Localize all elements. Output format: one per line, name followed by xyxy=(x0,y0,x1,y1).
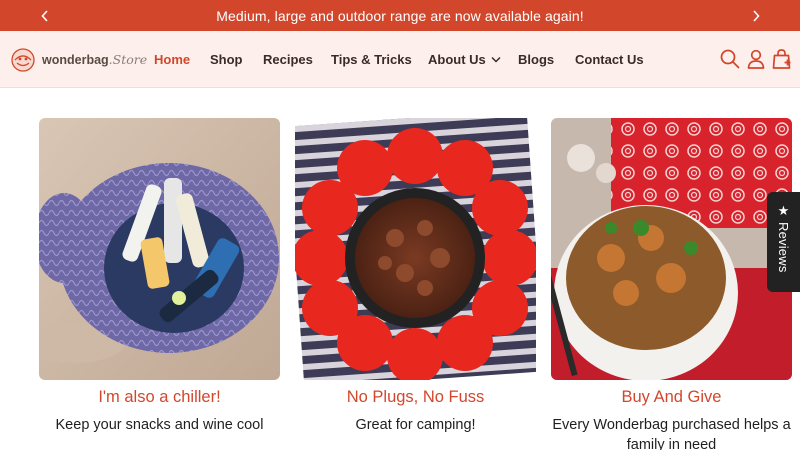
card-title: I'm also a chiller! xyxy=(98,388,221,406)
card-description: Every Wonderbag purchased helps a family… xyxy=(552,417,791,450)
nav-blogs[interactable]: Blogs xyxy=(518,31,554,87)
card-description: Great for camping! xyxy=(355,417,476,433)
logo-store: .Store xyxy=(108,51,148,67)
nav-home[interactable]: Home xyxy=(154,31,190,87)
account-icon[interactable] xyxy=(745,48,767,70)
announcement-next-button[interactable] xyxy=(740,0,771,31)
chevron-right-icon xyxy=(752,9,760,22)
reviews-label: Reviews xyxy=(776,222,791,273)
nav-tips-tricks[interactable]: Tips & Tricks xyxy=(331,31,412,87)
card-title: No Plugs, No Fuss xyxy=(346,388,485,406)
search-icon[interactable] xyxy=(719,48,741,70)
logo-text: wonderbag.Store xyxy=(42,52,147,67)
nav-shop[interactable]: Shop xyxy=(210,31,243,87)
card-image-chiller xyxy=(39,118,280,380)
logo[interactable]: wonderbag.Store xyxy=(9,45,147,73)
cart-icon[interactable] xyxy=(771,48,793,70)
reviews-tab[interactable]: ★ Reviews xyxy=(767,192,800,292)
logo-brand: wonderbag xyxy=(42,52,109,67)
chevron-left-icon xyxy=(40,9,48,22)
announcement-prev-button[interactable] xyxy=(29,0,60,31)
announcement-text: Medium, large and outdoor range are now … xyxy=(216,7,584,24)
nav-about-us[interactable]: About Us xyxy=(428,31,501,87)
card-title: Buy And Give xyxy=(621,388,722,406)
card-description: Keep your snacks and wine cool xyxy=(55,417,264,433)
chevron-down-icon xyxy=(491,56,501,63)
announcement-bar: Medium, large and outdoor range are now … xyxy=(0,0,800,31)
product-card-buy-and-give[interactable]: Buy And Give Every Wonderbag purchased h… xyxy=(551,118,800,450)
star-icon: ★ xyxy=(777,203,790,218)
nav-contact-us[interactable]: Contact Us xyxy=(575,31,644,87)
nav-recipes[interactable]: Recipes xyxy=(263,31,313,87)
nav-about-us-label: About Us xyxy=(428,51,486,67)
card-image-camping xyxy=(295,118,536,380)
wonderbag-logo-icon xyxy=(9,46,37,72)
site-header: wonderbag.Store Home Shop Recipes Tips &… xyxy=(0,31,800,88)
card-image-buy-and-give xyxy=(551,118,792,380)
